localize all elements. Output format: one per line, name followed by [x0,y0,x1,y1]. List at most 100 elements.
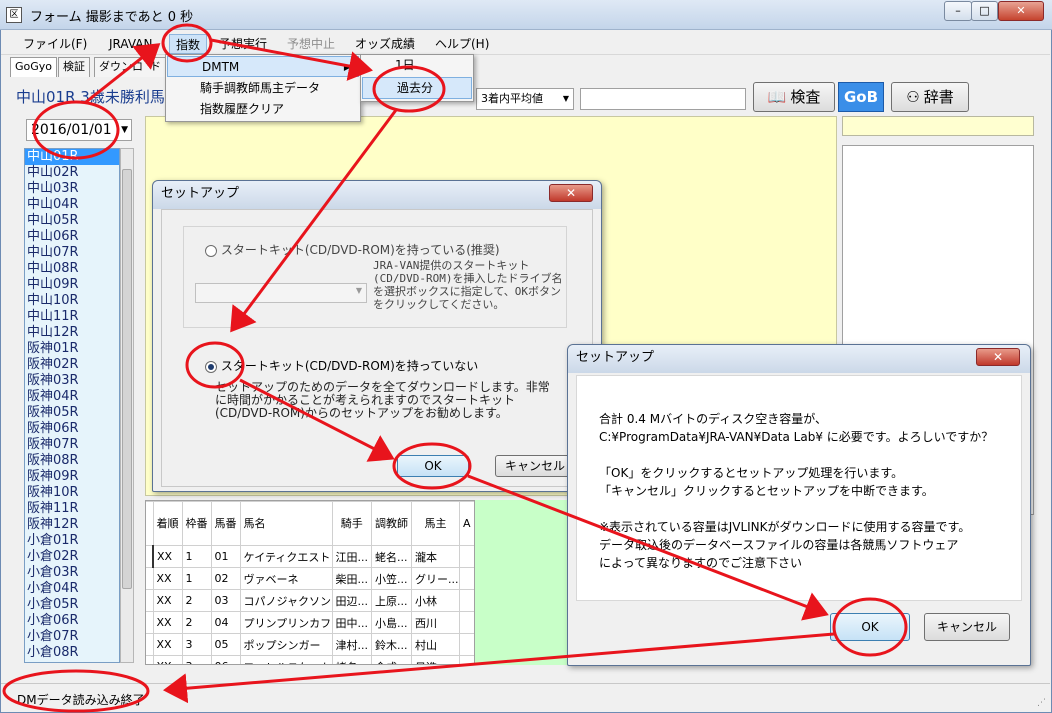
race-list-item[interactable]: 中山12R [25,325,119,341]
menu-file[interactable]: ファイル(F) [17,34,93,54]
table-cell: 瀧本 [411,545,460,568]
race-list-item[interactable]: 中山04R [25,197,119,213]
table-row[interactable]: XX 3 05 ポップシンガー 津村... 鈴木... 村山 [146,633,474,656]
menu-item-kishu-data[interactable]: 騎手調教師馬主データ [166,78,360,99]
table-row[interactable]: XX306フォレルスケット蛯名...金成...日進 [146,655,474,664]
menu-yoso-jikko[interactable]: 予想実行 [213,34,273,54]
status-bar: DMデータ読み込み終了 ⋰ [1,683,1050,711]
race-list-item[interactable]: 阪神09R [25,469,119,485]
race-list[interactable]: 中山01R 中山02R 中山03R 中山04R 中山05R 中山06R 中山07R 中山08R… [24,148,120,663]
table-cell: グリー... [411,567,460,590]
setup-dialog-1-close-button[interactable]: ✕ [549,184,593,202]
race-list-item[interactable]: 中山01R [25,149,119,165]
jisho-label: 辞書 [923,88,954,106]
menu-shisu[interactable]: 指数 [169,34,208,54]
menu-jravan[interactable]: JRAVAN [103,34,158,54]
tab-partial[interactable]: ド [146,57,166,77]
race-list-item[interactable]: 阪神03R [25,373,119,389]
setup-dialog-2-close-button[interactable]: ✕ [976,348,1020,366]
race-list-item[interactable]: 小倉05R [25,597,119,613]
table-cell: 田辺... [331,589,372,612]
option2-radio[interactable] [205,360,217,373]
race-list-item[interactable]: 中山11R [25,309,119,325]
race-list-item[interactable]: 中山08R [25,261,119,277]
race-list-item[interactable]: 中山10R [25,293,119,309]
book-icon: 📖 [767,88,787,106]
race-list-item[interactable]: 阪神06R [25,421,119,437]
drive-select[interactable]: ▼ [195,283,367,303]
race-list-item[interactable]: 阪神10R [25,485,119,501]
menu-item-history-clear[interactable]: 指数履歴クリア [166,99,360,120]
gob-button[interactable]: GoB [838,82,884,112]
table-row[interactable]: XX 1 01 ケイティクエスト 江田... 蛯名... 瀧本 [146,545,474,568]
race-list-item[interactable]: 阪神08R [25,453,119,469]
jisho-button[interactable]: ⚇ 辞書 [891,82,969,112]
option1-radio[interactable] [205,244,217,257]
tab-kensho[interactable]: 検証 [58,57,90,77]
race-list-item[interactable]: 小倉07R [25,629,119,645]
tab-gogyo[interactable]: GoGyo [10,57,58,77]
maximize-button[interactable]: □ [971,1,998,21]
close-window-button[interactable]: ✕ [998,1,1044,21]
tab-download[interactable]: ダウンロ [94,57,148,77]
race-list-item[interactable]: 中山09R [25,277,119,293]
race-list-item[interactable]: 中山02R [25,165,119,181]
table-row[interactable]: XX 1 02 ヴァベーネ 柴田... 小笠... グリー... [146,567,474,590]
race-list-item[interactable]: 中山06R [25,229,119,245]
search-input[interactable] [580,88,746,110]
row-header-cell[interactable] [146,567,154,590]
race-list-item[interactable]: 阪神01R [25,341,119,357]
table-cell: 06 [210,655,241,664]
kensa-button[interactable]: 📖 検査 [753,82,835,112]
table-row[interactable]: XX204プリンプリンカフェ田中...小島...西川 [146,611,474,634]
option1-radio-row[interactable]: スタートキット(CD/DVD-ROM)を持っている(推奨) [205,241,500,258]
submenu-item-1day[interactable]: 1日 [361,55,473,77]
race-list-item[interactable]: 小倉04R [25,581,119,597]
setup-dialog-2-ok-button[interactable]: OK [830,613,910,641]
menu-yoso-chushi[interactable]: 予想中止 [281,34,341,54]
race-list-item[interactable]: 小倉01R [25,533,119,549]
row-header-cell[interactable] [146,655,154,664]
scrollbar-thumb[interactable] [122,169,132,589]
message-line: データ取込後のデータベースファイルの容量は各競馬ソフトウェア [599,538,959,552]
setup-dialog-1-ok-button[interactable]: OK [397,455,469,477]
row-header-cell[interactable] [146,545,154,568]
race-list-item[interactable]: 中山03R [25,181,119,197]
setup-dialog-2-cancel-button[interactable]: キャンセル [924,613,1010,641]
avg-select[interactable]: 3着内平均値 ▼ [476,88,574,110]
table-row[interactable]: XX 2 03 コパノジャクソン 田辺... 上原... 小林 [146,589,474,612]
entry-grid[interactable]: 着順 枠番 馬番 馬名 騎手 調教師 馬主 A XX 1 01 ケイティクエスト 江田.… [145,500,475,665]
date-picker[interactable]: 2016/01/01 ▼ [26,119,132,141]
minimize-button[interactable]: – [944,1,972,21]
race-list-item[interactable]: 小倉02R [25,549,119,565]
menu-odds-seiseki[interactable]: オッズ成績 [349,34,421,54]
race-list-item[interactable]: 阪神04R [25,389,119,405]
race-list-item[interactable]: 阪神07R [25,437,119,453]
setup-dialog-1-cancel-button[interactable]: キャンセル [495,455,575,477]
race-list-item[interactable]: 小倉03R [25,565,119,581]
message-line: 「キャンセル」クリックするとセットアップを中断できます。 [599,484,934,498]
submenu-arrow-icon: ▶ [343,63,350,72]
race-list-item[interactable]: 小倉08R [25,645,119,661]
race-list-item[interactable]: 小倉06R [25,613,119,629]
race-list-item[interactable]: 阪神05R [25,405,119,421]
race-list-item[interactable]: 中山05R [25,213,119,229]
race-list-item[interactable]: 阪神11R [25,501,119,517]
race-list-item[interactable]: 阪神12R [25,517,119,533]
menu-help[interactable]: ヘルプ(H) [429,34,495,54]
option2-radio-row[interactable]: スタートキット(CD/DVD-ROM)を持っていない [205,357,478,374]
option2-label: スタートキット(CD/DVD-ROM)を持っていない [220,359,479,373]
resize-grip-icon[interactable]: ⋰ [1037,698,1046,708]
race-list-scrollbar[interactable] [120,148,134,663]
row-header-cell[interactable] [146,633,154,656]
submenu-item-past[interactable]: 過去分 [362,77,472,99]
row-header-cell[interactable] [146,589,154,612]
col-umaban: 馬番 [210,501,241,546]
menu-item-dmtm[interactable]: DMTM ▶ [167,56,359,77]
table-cell: ケイティクエスト [239,545,333,568]
table-cell: 2 [181,589,212,612]
race-list-item[interactable]: 中山07R [25,245,119,261]
shisu-dropdown-menu: DMTM ▶ 騎手調教師馬主データ 指数履歴クリア [165,54,361,122]
race-list-item[interactable]: 阪神02R [25,357,119,373]
row-header-cell[interactable] [146,611,154,634]
